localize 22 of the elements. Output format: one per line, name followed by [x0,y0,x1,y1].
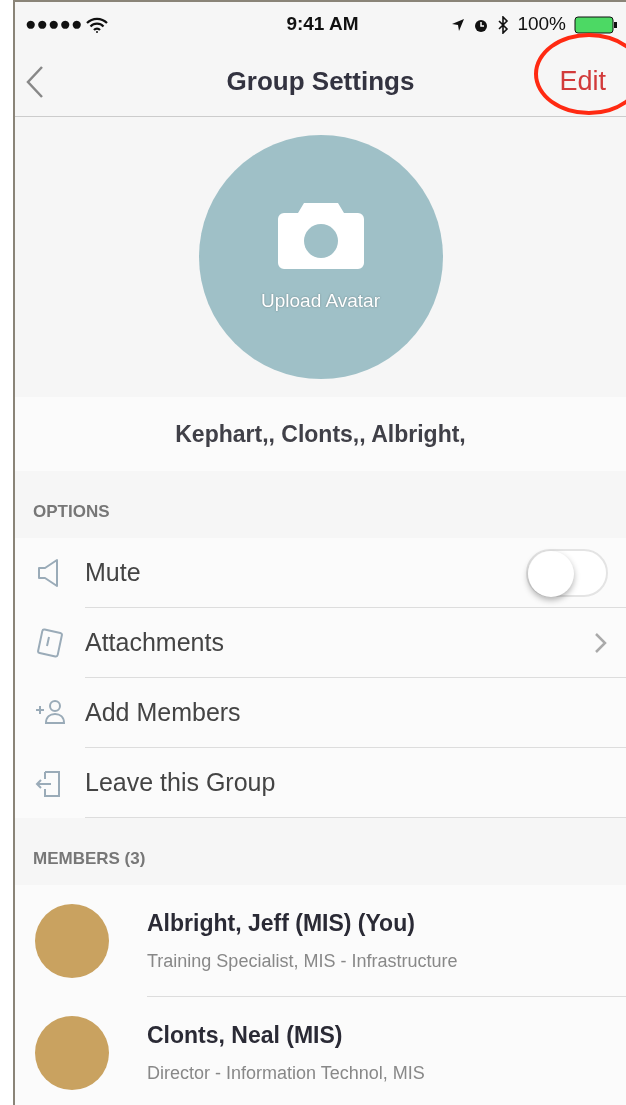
edit-button[interactable]: Edit [559,61,606,102]
wifi-icon [86,16,109,33]
row-label: Mute [85,556,142,588]
back-icon[interactable] [25,65,45,99]
section-header: MEMBERS (3) [33,847,146,870]
member-role: Training Specialist, MIS - Infrastructure [147,950,459,974]
row-label: Attachments [85,626,225,658]
bluetooth-icon [497,15,510,34]
mute-toggle[interactable] [526,548,608,597]
member-role: Director - Information Technol, MIS [147,1062,426,1086]
location-icon [451,17,466,32]
member-name: Albright, Jeff (MIS) (You) [147,908,416,938]
signal-icon: ●●●●● [25,10,83,39]
battery-percent: 100% [517,12,566,37]
battery-icon [574,15,620,34]
member-name: Clonts, Neal (MIS) [147,1020,344,1050]
paperclip-icon [35,628,65,658]
nav-title: Group Settings [226,65,415,98]
group-name: Kephart,, Clonts,, Albright, [15,397,626,471]
chevron-icon[interactable] [594,631,608,654]
status-time: 9:41 AM [285,12,360,37]
section-header: OPTIONS [33,500,110,523]
